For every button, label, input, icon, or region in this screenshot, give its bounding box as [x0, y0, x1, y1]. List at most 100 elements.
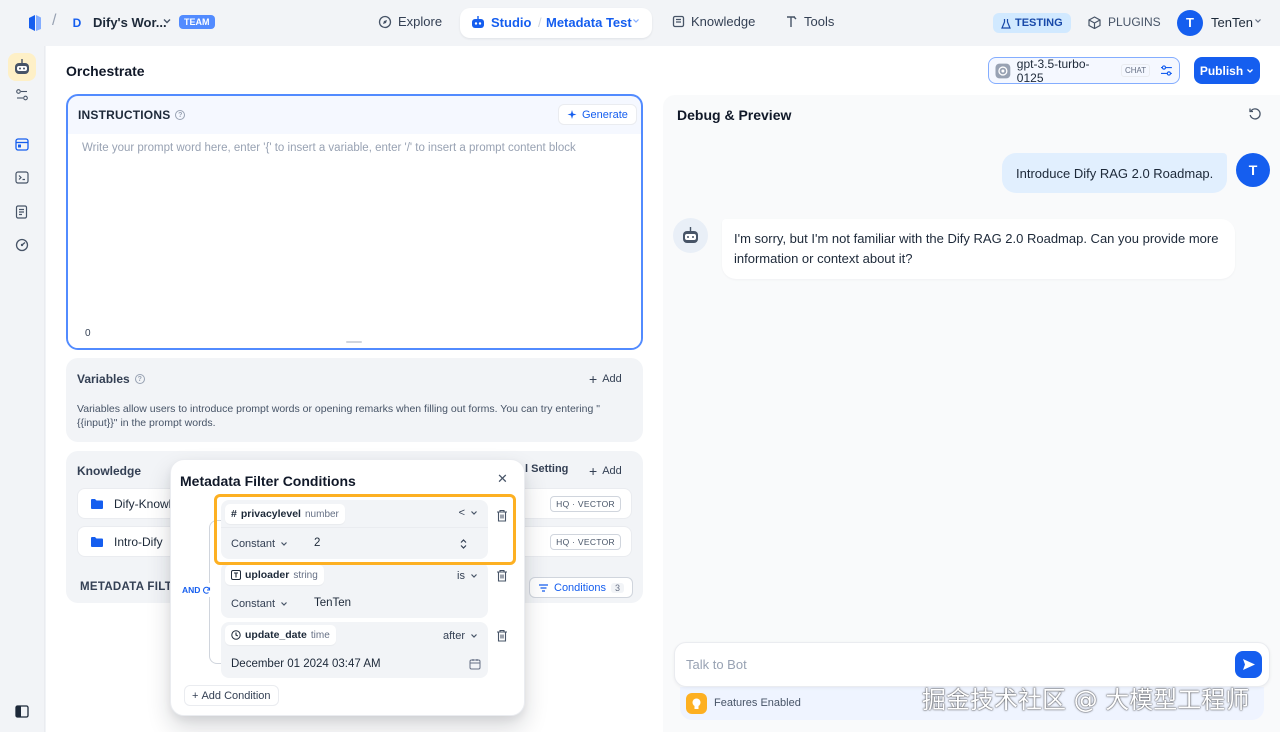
- text-type-icon: [231, 570, 241, 580]
- operator-select[interactable]: is: [457, 570, 478, 582]
- variables-description: Variables allow users to introduce promp…: [77, 403, 600, 429]
- operator-value: is: [457, 570, 465, 582]
- instructions-card: [66, 94, 643, 350]
- nav-studio-label: Studio: [491, 15, 532, 30]
- terminal-icon[interactable]: [15, 171, 29, 184]
- nav-explore[interactable]: Explore: [378, 14, 442, 29]
- condition-field[interactable]: update_date time: [225, 625, 336, 645]
- chevron-down-icon: [1247, 68, 1254, 73]
- publish-button[interactable]: Publish: [1194, 57, 1260, 84]
- model-selector[interactable]: gpt-3.5-turbo-0125 CHAT: [988, 57, 1180, 85]
- conditions-count: 3: [610, 582, 624, 593]
- user-message: Introduce Dify RAG 2.0 Roadmap.: [1002, 153, 1228, 193]
- field-type: string: [293, 569, 318, 581]
- send-button[interactable]: [1235, 651, 1262, 678]
- app-icon[interactable]: [8, 53, 36, 81]
- plus-icon: +: [192, 689, 199, 702]
- operator-select[interactable]: after: [443, 630, 478, 642]
- add-condition-label: Add Condition: [201, 689, 271, 702]
- generate-button[interactable]: Generate: [558, 104, 637, 125]
- robot-icon: [15, 59, 29, 74]
- sparkle-icon: [567, 110, 577, 119]
- close-icon[interactable]: ✕: [497, 471, 508, 487]
- workspace-avatar[interactable]: D: [68, 14, 86, 32]
- swap-icon: [203, 586, 211, 594]
- nav-explore-label: Explore: [398, 14, 443, 29]
- field-name: uploader: [245, 569, 290, 581]
- character-count: 0: [85, 328, 91, 339]
- add-variable-button[interactable]: + Add: [589, 371, 622, 387]
- condition-field[interactable]: uploader string: [225, 565, 324, 585]
- condition-header: uploader string is: [221, 562, 488, 590]
- debug-title: Debug & Preview: [677, 107, 792, 123]
- logic-label: AND: [182, 585, 201, 595]
- chevron-down-icon: [471, 574, 477, 578]
- help-icon[interactable]: ?: [134, 374, 145, 384]
- nav-separator: /: [538, 15, 542, 30]
- help-icon[interactable]: ?: [175, 110, 186, 120]
- plus-icon: +: [589, 463, 598, 479]
- dify-logo-icon[interactable]: [27, 14, 43, 32]
- flask-icon: [1001, 18, 1011, 29]
- date-input[interactable]: December 01 2024 03:47 AM: [231, 658, 381, 670]
- sliders-icon[interactable]: [15, 88, 29, 102]
- value-mode-select[interactable]: Constant: [231, 598, 288, 610]
- chevron-down-icon[interactable]: [632, 17, 640, 25]
- prompt-editor[interactable]: [68, 134, 641, 348]
- bot-avatar: [673, 218, 708, 253]
- add-variable-label: Add: [602, 373, 622, 385]
- hammer-icon: [787, 16, 797, 27]
- workspace-name[interactable]: Dify's Wor...: [93, 15, 167, 30]
- logs-icon[interactable]: [15, 205, 29, 219]
- publish-button-label: Publish: [1199, 63, 1244, 78]
- folder-icon: [91, 536, 103, 547]
- current-app-name[interactable]: Metadata Test: [546, 15, 632, 30]
- environment-badge: TESTING: [993, 13, 1071, 33]
- resize-handle[interactable]: [346, 341, 362, 343]
- trash-icon[interactable]: [496, 569, 508, 582]
- team-badge: TEAM: [179, 15, 215, 29]
- send-icon: [1243, 659, 1255, 670]
- trash-icon[interactable]: [496, 629, 508, 642]
- field-type: time: [310, 629, 330, 641]
- monitoring-icon[interactable]: [15, 238, 29, 252]
- add-knowledge-button[interactable]: + Add: [589, 463, 622, 479]
- knowledge-title: Knowledge: [77, 464, 142, 478]
- condition-header: update_date time after: [221, 622, 488, 650]
- add-condition-button[interactable]: + Add Condition: [184, 685, 279, 706]
- features-icon: [686, 693, 707, 714]
- text-input[interactable]: TenTen: [314, 597, 351, 609]
- retrieval-setting-button[interactable]: l Setting: [525, 463, 568, 475]
- page-title: Orchestrate: [66, 63, 145, 79]
- chevron-down-icon[interactable]: [1254, 17, 1262, 25]
- book-icon: [672, 15, 685, 28]
- variables-title: Variables: [77, 372, 130, 386]
- condition-item: update_date time after December 01 2024 …: [221, 622, 488, 678]
- openai-icon: [995, 63, 1011, 78]
- user-name[interactable]: TenTen: [1211, 15, 1253, 30]
- logic-toggle[interactable]: AND: [180, 583, 214, 597]
- chevron-down-icon[interactable]: [162, 16, 172, 26]
- sidebar-toggle-icon[interactable]: [15, 705, 29, 718]
- refresh-icon[interactable]: [1248, 107, 1262, 121]
- bulb-icon: [692, 698, 701, 709]
- conditions-button[interactable]: Conditions 3: [529, 577, 633, 598]
- features-label: Features Enabled: [714, 697, 801, 709]
- generate-button-label: Generate: [582, 108, 628, 121]
- robot-icon: [472, 16, 484, 28]
- compass-icon: [378, 15, 392, 28]
- nav-knowledge-label: Knowledge: [691, 14, 756, 29]
- environment-badge-label: TESTING: [1015, 17, 1063, 29]
- nav-studio[interactable]: Studio: [471, 15, 531, 30]
- settings-sliders-icon[interactable]: [1160, 64, 1173, 77]
- calendar-icon[interactable]: [469, 658, 481, 670]
- orchestrate-icon[interactable]: [15, 138, 29, 151]
- folder-icon: [91, 498, 103, 509]
- user-avatar[interactable]: T: [1177, 10, 1203, 36]
- variables-heading: Variables ?: [77, 372, 145, 386]
- nav-knowledge[interactable]: Knowledge: [672, 14, 755, 29]
- prompt-placeholder: Write your prompt word here, enter '{' t…: [82, 142, 576, 154]
- add-knowledge-label: Add: [602, 465, 622, 477]
- nav-plugins[interactable]: PLUGINS: [1088, 15, 1161, 29]
- nav-tools[interactable]: Tools: [785, 14, 834, 29]
